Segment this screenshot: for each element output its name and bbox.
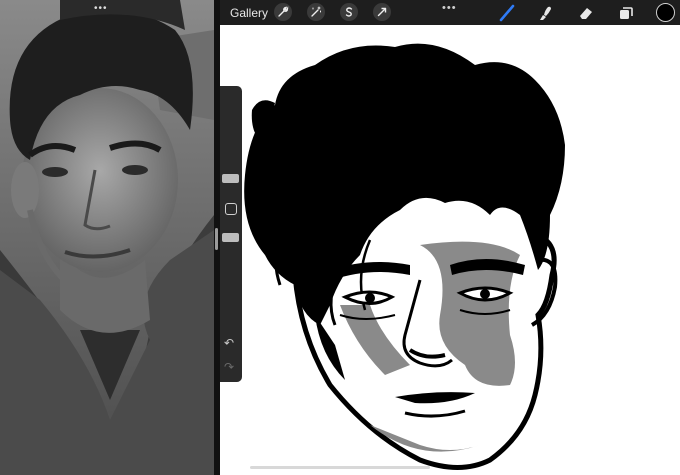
- eraser-icon: [580, 8, 592, 19]
- left-sidebar: ↶ ↷: [220, 86, 242, 382]
- actions-button[interactable]: [274, 3, 292, 21]
- layers-button[interactable]: [616, 3, 636, 23]
- brush-button[interactable]: [497, 3, 517, 23]
- eraser-button[interactable]: [576, 3, 596, 23]
- home-indicator[interactable]: [250, 466, 430, 469]
- more-options-dots[interactable]: •••: [442, 2, 457, 14]
- wrench-icon: [278, 6, 289, 17]
- transform-button[interactable]: [373, 3, 391, 21]
- brush-opacity-slider[interactable]: [222, 233, 239, 242]
- modify-button[interactable]: [225, 203, 237, 215]
- split-view-grip[interactable]: [215, 228, 218, 250]
- smudge-button[interactable]: [535, 3, 555, 23]
- reference-photo-pane: •••: [0, 0, 214, 475]
- brush-icon: [499, 4, 515, 22]
- adjustments-button[interactable]: [307, 3, 325, 21]
- color-picker-button[interactable]: [656, 3, 675, 22]
- drawing-canvas[interactable]: [220, 25, 680, 475]
- smudge-icon: [540, 6, 551, 20]
- brush-size-slider[interactable]: [222, 174, 239, 183]
- reference-photo: [0, 0, 214, 475]
- transform-arrow-icon: [377, 7, 387, 17]
- multitask-dots[interactable]: •••: [94, 3, 108, 14]
- selection-button[interactable]: [340, 3, 358, 21]
- layers-icon: [620, 7, 633, 19]
- procreate-app: Gallery ••• ↶ ↷: [220, 0, 680, 475]
- top-toolbar: Gallery •••: [220, 0, 680, 25]
- undo-button[interactable]: ↶: [224, 336, 234, 350]
- magic-wand-icon: [311, 6, 321, 17]
- selection-icon: [345, 7, 353, 17]
- gallery-button[interactable]: Gallery: [230, 6, 268, 20]
- redo-button[interactable]: ↷: [224, 360, 234, 374]
